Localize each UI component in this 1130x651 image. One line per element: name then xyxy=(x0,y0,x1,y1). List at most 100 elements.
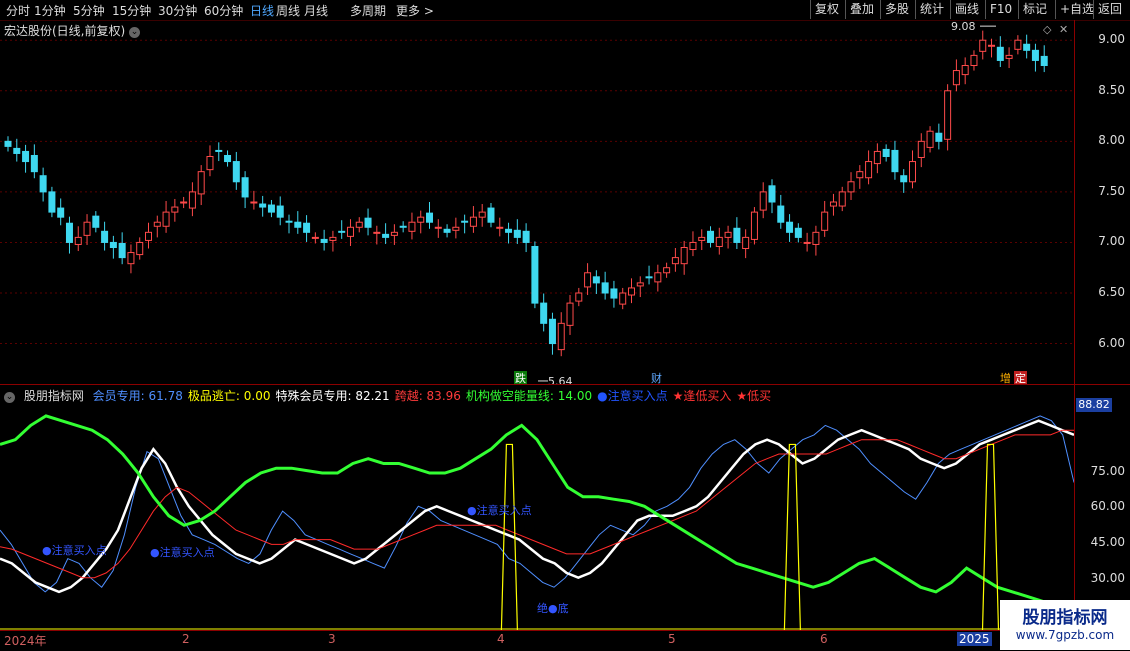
candle-body xyxy=(426,212,434,223)
candle-body xyxy=(109,241,117,248)
indicator-title: ⌄ 股朋指标网 会员专用: 61.78 极品逃亡: 0.00 特殊会员专用: 82.… xyxy=(4,387,776,404)
price-tick: 7.50 xyxy=(1098,183,1125,198)
period-toolbar: 分时 1分钟 5分钟 15分钟 30分钟 60分钟 日线 周线 月线 多周期 更多 > 复权 叠加 多股统… xyxy=(0,0,1130,21)
candle-body xyxy=(829,201,837,207)
series-机构做空能量线 xyxy=(0,414,1074,603)
period-0[interactable]: 分时 xyxy=(6,2,30,19)
candle-body xyxy=(610,288,618,299)
toolbar-btn-0[interactable]: 复权 xyxy=(810,0,843,19)
tag-cai: 财 xyxy=(651,371,662,384)
indicator-item-3: 跨越: 83.96 xyxy=(394,389,461,403)
candle-body xyxy=(908,161,916,183)
candle-body xyxy=(882,148,890,158)
candle-body xyxy=(750,211,758,240)
candle-body xyxy=(206,156,214,171)
candle-body xyxy=(812,231,820,245)
candle-body xyxy=(303,222,311,233)
toolbar-btn-1[interactable]: 叠加 xyxy=(845,0,878,19)
candle-body xyxy=(39,175,47,193)
watermark-title: 股朋指标网 xyxy=(1022,608,1108,628)
candle-body xyxy=(900,175,908,183)
period-8[interactable]: 月线 xyxy=(304,2,328,19)
candle-body xyxy=(215,149,223,152)
candle-body xyxy=(311,236,319,239)
price-tick: 7.00 xyxy=(1098,234,1125,249)
current-value-badge: 88.82 xyxy=(1076,398,1112,412)
candlestick-chart[interactable]: 9.08 5.64 跌 财 增定 xyxy=(0,20,1074,384)
candle-body xyxy=(355,221,363,228)
tag-zeng: 增 xyxy=(1000,371,1011,384)
period-2[interactable]: 5分钟 xyxy=(73,2,105,19)
candle-body xyxy=(74,236,82,245)
candle-body xyxy=(742,236,750,250)
candle-body xyxy=(513,229,521,238)
date-label: 3 xyxy=(328,632,336,646)
candle-body xyxy=(540,302,548,324)
candle-body xyxy=(917,140,925,159)
candle-body xyxy=(346,226,354,237)
toolbar-btn-6[interactable]: 标记 xyxy=(1018,0,1051,19)
period-6[interactable]: 日线 xyxy=(250,2,274,19)
toolbar-btn-8[interactable]: 返回 xyxy=(1093,0,1126,19)
toolbar-btn-7[interactable]: +自选 xyxy=(1055,0,1098,19)
date-label: 2 xyxy=(182,632,190,646)
candle-body xyxy=(232,161,240,183)
period-3[interactable]: 15分钟 xyxy=(112,2,151,19)
candle-body xyxy=(267,204,275,213)
candle-body xyxy=(707,230,715,243)
indicator-chart[interactable]: ●注意买入点 ●注意买入点 ●注意买入点绝●底 xyxy=(0,404,1074,630)
candle-body xyxy=(926,130,934,148)
candle-body xyxy=(364,217,372,228)
candle-body xyxy=(680,247,688,265)
period-5[interactable]: 60分钟 xyxy=(204,2,243,19)
indicator-item-2: 特殊会员专用: 82.21 xyxy=(275,389,390,403)
indicator-menu-icon[interactable]: ⌄ xyxy=(4,392,15,403)
date-label: 4 xyxy=(497,632,505,646)
candle-body xyxy=(794,227,802,238)
toolbar-btn-4[interactable]: 画线 xyxy=(950,0,983,19)
date-label: 5 xyxy=(668,632,676,646)
indicator-item-0: 会员专用: 61.78 xyxy=(92,389,183,403)
candle-body xyxy=(101,230,109,243)
toolbar-btn-3[interactable]: 统计 xyxy=(915,0,948,19)
candle-body xyxy=(276,205,284,218)
tag-ding: 定 xyxy=(1015,371,1026,384)
candle-body xyxy=(733,227,741,243)
candle-body xyxy=(1005,54,1013,59)
candle-body xyxy=(996,46,1004,61)
period-9[interactable]: 多周期 xyxy=(350,2,386,19)
candle-body xyxy=(1023,43,1031,51)
candle-body xyxy=(4,140,12,147)
candle-body xyxy=(487,207,495,223)
candle-body xyxy=(803,241,811,244)
candle-body xyxy=(145,231,153,241)
toolbar-btn-2[interactable]: 多股 xyxy=(880,0,913,19)
high-label: 9.08 xyxy=(951,20,976,33)
date-label: 2025 xyxy=(957,632,992,646)
period-4[interactable]: 30分钟 xyxy=(158,2,197,19)
candle-body xyxy=(118,242,126,259)
candle-body xyxy=(1014,39,1022,50)
tag-die: 跌 xyxy=(515,371,526,384)
period-7[interactable]: 周线 xyxy=(276,2,300,19)
date-axis: 2024年 2 3 4 5 6 2025 xyxy=(0,630,1074,651)
period-1[interactable]: 1分钟 xyxy=(34,2,66,19)
period-10[interactable]: 更多 > xyxy=(396,2,434,19)
candle-body xyxy=(57,207,65,218)
candle-body xyxy=(1040,55,1048,67)
candle-body xyxy=(584,272,592,288)
candle-body xyxy=(566,302,574,326)
candle-body xyxy=(768,185,776,203)
candle-body xyxy=(627,287,635,296)
candle-body xyxy=(838,191,846,207)
candle-body xyxy=(399,225,407,228)
candle-body xyxy=(136,241,144,256)
toolbar-btn-5[interactable]: F10 xyxy=(985,0,1016,19)
indicator-item-6: ★逢低买入 xyxy=(672,389,732,403)
candle-body xyxy=(557,322,565,351)
indicator-item-5: ●注意买入点 xyxy=(597,389,668,403)
date-label: 6 xyxy=(820,632,828,646)
candle-body xyxy=(434,226,442,229)
signal-label: ●注意买入点 xyxy=(150,545,215,559)
price-tick: 8.00 xyxy=(1098,133,1125,148)
